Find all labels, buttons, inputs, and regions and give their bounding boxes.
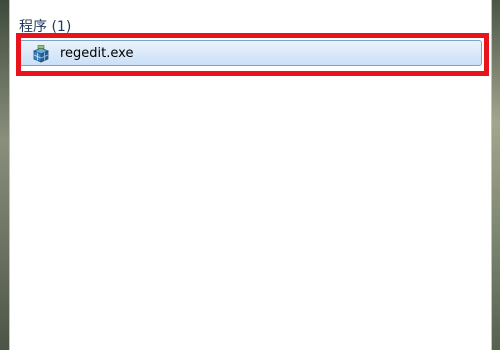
regedit-icon: [32, 45, 50, 63]
desktop-background-right: [492, 0, 500, 350]
desktop-background-left: [0, 0, 9, 350]
programs-group-header: 程序 (1): [19, 19, 72, 35]
start-menu-search-results-panel: 程序 (1) regedit.exe: [9, 0, 492, 350]
search-result-label: regedit.exe: [60, 46, 134, 61]
search-result-regedit[interactable]: regedit.exe: [19, 40, 482, 66]
